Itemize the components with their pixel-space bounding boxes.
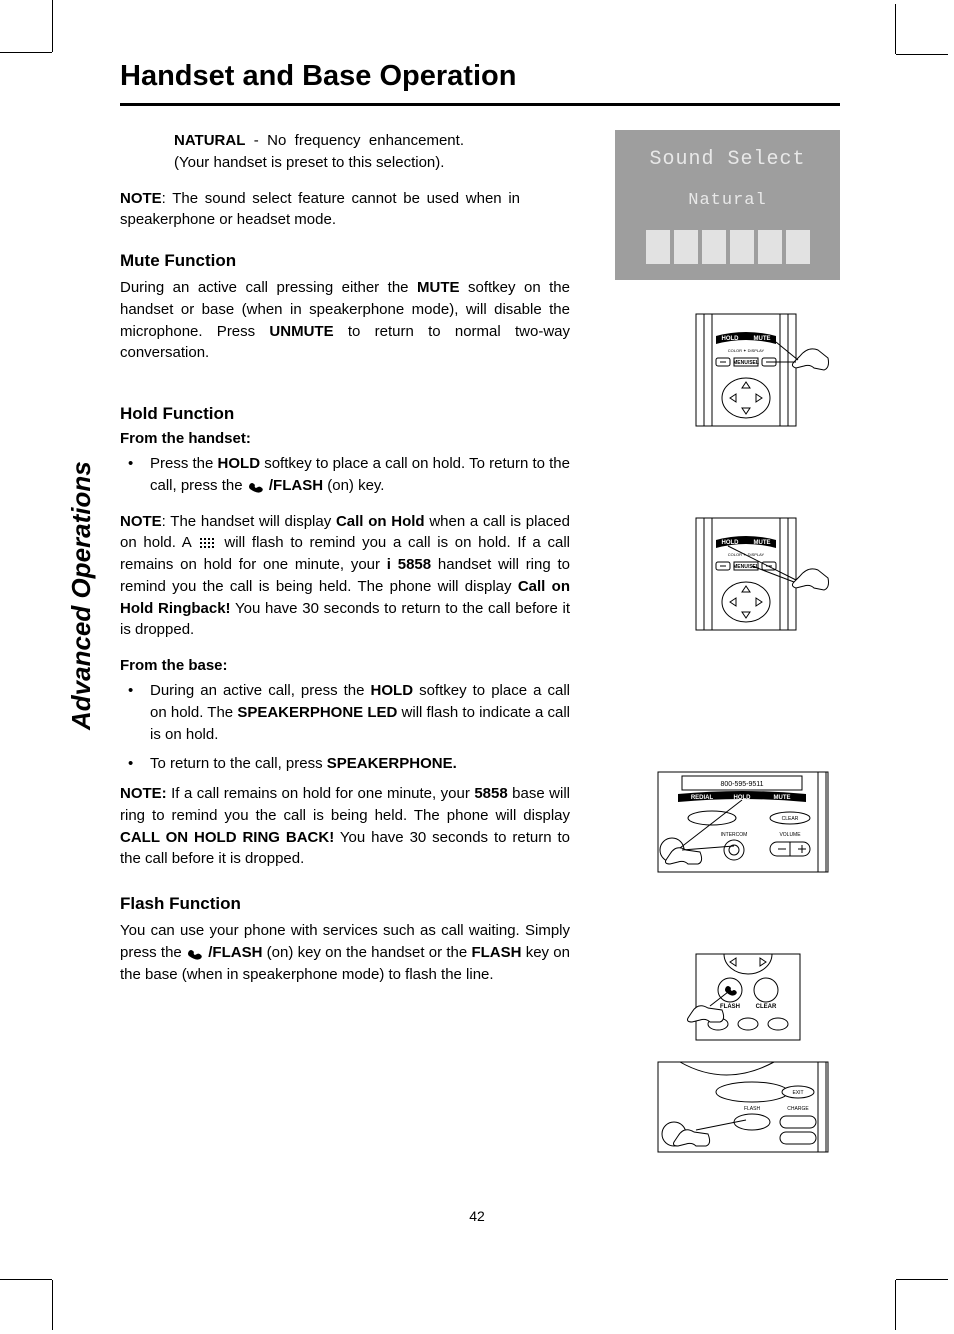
svg-text:CLEAR: CLEAR <box>756 1004 777 1010</box>
note-label: NOTE <box>120 190 162 207</box>
hold-from-base: From the base: <box>120 657 570 674</box>
svg-text:CLEAR: CLEAR <box>782 816 799 822</box>
svg-text:FLASH: FLASH <box>744 1106 761 1112</box>
crop-mark <box>52 1280 53 1330</box>
page-title: Handset and Base Operation <box>120 60 840 93</box>
svg-text:HOLD: HOLD <box>722 336 740 342</box>
phone-icon <box>186 946 204 960</box>
natural-label: NATURAL <box>174 132 245 149</box>
hold-note-1: NOTE: The handset will display Call on H… <box>120 511 570 642</box>
base-diagram-hold: 800-595-9511 REDIAL HOLD MUTE CLEAR INTE… <box>656 770 840 878</box>
phone-icon <box>247 479 265 493</box>
page-number: 42 <box>0 1208 954 1224</box>
svg-text:VOLUME: VOLUME <box>779 832 801 838</box>
svg-text:HOLD: HOLD <box>734 795 752 801</box>
hold-base-list: During an active call, press the HOLD so… <box>120 680 570 775</box>
svg-text:FLASH: FLASH <box>720 1004 740 1010</box>
svg-text:EXIT: EXIT <box>792 1090 803 1096</box>
flash-paragraph: You can use your phone with services suc… <box>120 920 570 985</box>
svg-text:CHARGE: CHARGE <box>787 1106 809 1112</box>
list-item: To return to the call, press SPEAKERPHON… <box>120 753 570 775</box>
svg-text:REDIAL: REDIAL <box>691 795 714 801</box>
svg-text:MENU/SEL: MENU/SEL <box>733 360 759 366</box>
svg-text:800-595-9511: 800-595-9511 <box>720 781 763 788</box>
mute-heading: Mute Function <box>120 251 570 271</box>
page-body: Handset and Base Operation Sound Select … <box>120 60 840 999</box>
crop-mark <box>52 0 53 52</box>
mute-paragraph: During an active call pressing either th… <box>120 277 570 364</box>
crop-mark <box>896 54 948 55</box>
section-tab: Advanced Operations <box>66 461 97 730</box>
handset-diagram-flash: FLASH CLEAR <box>680 952 840 1042</box>
crop-mark <box>0 1279 52 1280</box>
hold-handset-list: Press the HOLD softkey to place a call o… <box>120 453 570 497</box>
hold-note-2: NOTE: If a call remains on hold for one … <box>120 783 570 870</box>
natural-paragraph: NATURAL - No frequency enhancement. (You… <box>174 130 464 174</box>
phone-grid-icon <box>198 536 218 550</box>
handset-diagram-hold: HOLD MUTE COLOR ✦ DISPLAY MENU/SEL <box>680 514 840 634</box>
svg-text:MUTE: MUTE <box>774 795 791 801</box>
svg-text:COLOR ✦ DISPLAY: COLOR ✦ DISPLAY <box>728 552 765 557</box>
crop-mark <box>895 4 896 54</box>
svg-text:MUTE: MUTE <box>754 336 771 342</box>
list-item: During an active call, press the HOLD so… <box>120 680 570 745</box>
base-diagram-flash: EXIT FLASH CHARGE <box>656 1060 840 1156</box>
svg-text:MUTE: MUTE <box>754 540 771 546</box>
handset-diagram-mute: HOLD MUTE COLOR ✦ DISPLAY MENU/SEL <box>680 310 840 430</box>
crop-mark <box>896 1279 948 1280</box>
lcd-line-2: Natural <box>615 191 840 210</box>
lcd-equalizer-icon <box>615 230 840 264</box>
hold-from-handset: From the handset: <box>120 430 570 447</box>
note-text: : The sound select feature cannot be use… <box>120 190 520 229</box>
lcd-screen-figure: Sound Select Natural <box>615 130 840 280</box>
lcd-line-1: Sound Select <box>615 148 840 171</box>
hold-heading: Hold Function <box>120 404 570 424</box>
svg-text:COLOR ✦ DISPLAY: COLOR ✦ DISPLAY <box>728 348 765 353</box>
svg-text:INTERCOM: INTERCOM <box>721 832 748 838</box>
list-item: Press the HOLD softkey to place a call o… <box>120 453 570 497</box>
crop-mark <box>895 1280 896 1330</box>
flash-heading: Flash Function <box>120 894 570 914</box>
svg-text:HOLD: HOLD <box>722 540 740 546</box>
crop-mark <box>0 52 52 53</box>
note-sound: NOTE: The sound select feature cannot be… <box>120 188 520 232</box>
title-rule <box>120 103 840 106</box>
